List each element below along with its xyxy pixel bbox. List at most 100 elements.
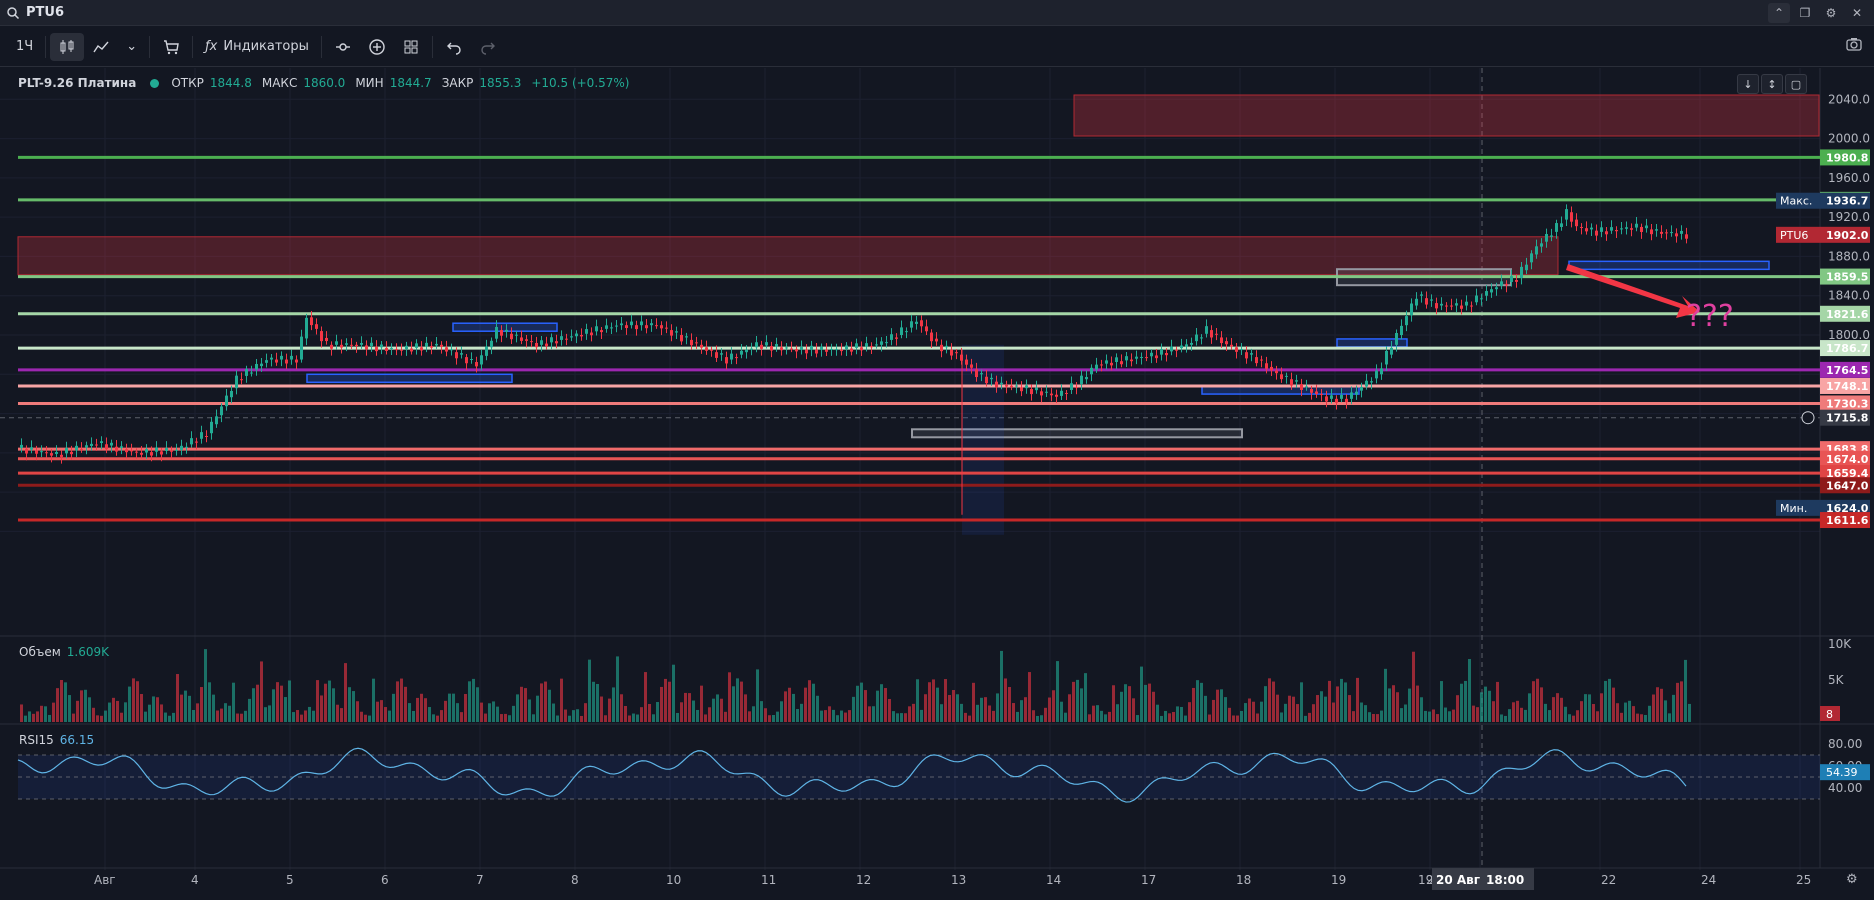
candle bbox=[1060, 390, 1063, 396]
level-label: 1821.6 bbox=[1826, 308, 1869, 321]
candle bbox=[1080, 375, 1083, 385]
candle bbox=[710, 349, 713, 351]
volume-bar bbox=[468, 681, 471, 722]
undo-icon[interactable] bbox=[437, 33, 471, 61]
volume-bar bbox=[1456, 695, 1459, 722]
volume-bar bbox=[628, 715, 631, 722]
volume-bar bbox=[820, 710, 823, 722]
candle bbox=[1550, 235, 1553, 237]
volume-bar bbox=[1176, 706, 1179, 722]
volume-bar bbox=[1552, 697, 1555, 722]
candle bbox=[930, 332, 933, 342]
volume-bar bbox=[1084, 673, 1087, 722]
candle bbox=[155, 447, 158, 452]
candle bbox=[820, 346, 823, 350]
candle bbox=[655, 325, 658, 327]
indicators-button[interactable]: ƒx Индикаторы bbox=[197, 33, 317, 61]
add-circle-icon[interactable] bbox=[360, 33, 394, 61]
maximize-icon[interactable]: ▢ bbox=[1785, 74, 1807, 94]
volume-bar bbox=[1016, 711, 1019, 722]
volume-bar bbox=[416, 697, 419, 722]
candle bbox=[1035, 387, 1038, 391]
candle bbox=[220, 406, 223, 416]
collapse-icon[interactable]: ↕ bbox=[1761, 74, 1783, 94]
candle bbox=[325, 337, 328, 342]
settings-gear-icon[interactable]: ⚙ bbox=[1846, 872, 1858, 887]
volume-bar bbox=[1020, 700, 1023, 722]
interval-button[interactable]: 1Ч bbox=[8, 33, 41, 61]
price-chart[interactable]: 2080.02040.02000.01960.01920.01880.01840… bbox=[0, 68, 1874, 900]
volume-value: 1.609K bbox=[66, 645, 109, 659]
candles-icon[interactable] bbox=[50, 32, 85, 61]
candle bbox=[1585, 228, 1588, 232]
arrow-down-icon[interactable]: ↓ bbox=[1737, 74, 1759, 94]
layout-grid-icon[interactable] bbox=[394, 33, 428, 61]
candle bbox=[360, 342, 363, 345]
volume-bar bbox=[1204, 695, 1207, 722]
volume-bar bbox=[640, 707, 643, 722]
gear-icon[interactable]: ⚙ bbox=[1820, 3, 1842, 23]
candle bbox=[1395, 332, 1398, 345]
level-label: 1980.8 bbox=[1826, 151, 1868, 164]
candle bbox=[1270, 366, 1273, 371]
volume-bar bbox=[1360, 702, 1363, 722]
candle bbox=[955, 352, 958, 354]
restore-icon[interactable]: ❐ bbox=[1794, 3, 1816, 23]
volume-last: 8 bbox=[1826, 708, 1833, 721]
volume-bar bbox=[860, 682, 863, 722]
candle bbox=[810, 345, 813, 350]
candle bbox=[345, 343, 348, 345]
volume-bar bbox=[172, 712, 175, 722]
volume-bar bbox=[240, 713, 243, 722]
candle bbox=[555, 341, 558, 344]
candle bbox=[25, 448, 28, 454]
volume-bar bbox=[1036, 715, 1039, 722]
line-chart-icon[interactable] bbox=[84, 33, 118, 61]
volume-bar bbox=[1240, 710, 1243, 722]
symbol-title[interactable]: PTU6 bbox=[26, 5, 64, 20]
volume-bar bbox=[108, 702, 111, 722]
instrument-name[interactable]: PLT-9.26 Платина bbox=[18, 76, 136, 90]
candle bbox=[1630, 228, 1633, 230]
search-icon[interactable] bbox=[6, 6, 20, 20]
volume-bar bbox=[772, 714, 775, 722]
volume-bar bbox=[1676, 682, 1679, 722]
time-tick: 13 bbox=[951, 873, 966, 887]
time-tick: 6 bbox=[381, 873, 389, 887]
cart-icon[interactable] bbox=[154, 33, 188, 61]
candle bbox=[645, 325, 648, 329]
volume-bar bbox=[128, 686, 131, 722]
redo-icon[interactable] bbox=[471, 33, 505, 61]
candle bbox=[110, 442, 113, 446]
candle bbox=[1045, 391, 1048, 393]
candle bbox=[350, 344, 353, 346]
chevron-up-icon[interactable]: ⌃ bbox=[1768, 3, 1790, 23]
camera-icon[interactable] bbox=[1846, 37, 1862, 55]
close-icon[interactable]: ✕ bbox=[1846, 3, 1868, 23]
volume-bar bbox=[680, 702, 683, 722]
chevron-down-icon[interactable]: ⌄ bbox=[118, 33, 145, 61]
volume-bar bbox=[624, 705, 627, 722]
volume-bar bbox=[748, 711, 751, 722]
chart-area[interactable]: 2080.02040.02000.01960.01920.01880.01840… bbox=[0, 68, 1874, 900]
candle bbox=[1655, 229, 1658, 231]
volume-bar bbox=[1284, 703, 1287, 722]
volume-bar bbox=[1024, 697, 1027, 722]
candle bbox=[1525, 264, 1528, 271]
candle bbox=[855, 343, 858, 348]
candle bbox=[895, 337, 898, 339]
volume-bar bbox=[840, 710, 843, 722]
volume-bar bbox=[1040, 715, 1043, 722]
candle bbox=[590, 332, 593, 336]
candle bbox=[305, 317, 308, 339]
volume-bar bbox=[600, 696, 603, 722]
volume-bar bbox=[140, 694, 143, 722]
volume-bar bbox=[36, 711, 39, 722]
volume-bar bbox=[828, 706, 831, 722]
alert-icon[interactable] bbox=[326, 33, 360, 61]
candle bbox=[400, 349, 403, 351]
open-label: ОТКР bbox=[171, 76, 204, 90]
time-tick: 4 bbox=[191, 873, 199, 887]
candle bbox=[1400, 325, 1403, 335]
price-tick: 1800.0 bbox=[1828, 328, 1870, 342]
